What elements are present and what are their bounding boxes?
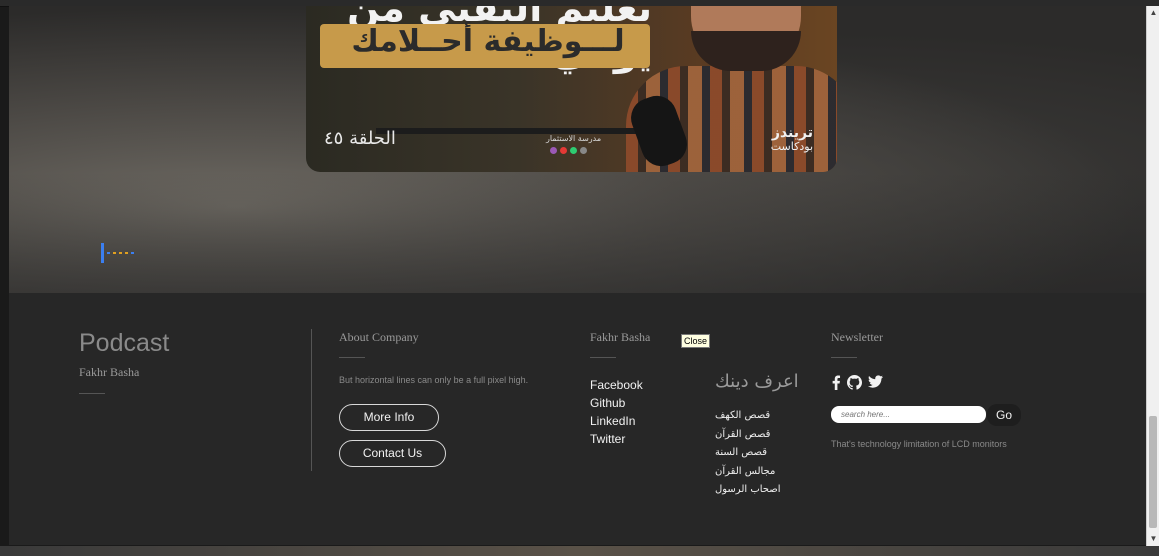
linkedin-link[interactable]: LinkedIn [590,412,643,430]
scroll-up-arrow-icon[interactable]: ▲ [1147,6,1159,20]
scrollbar-thumb[interactable] [1149,416,1157,528]
facebook-icon[interactable] [831,375,841,393]
divider [831,357,857,358]
divider [339,357,365,358]
platform-icons [550,147,587,154]
podcast-icon [550,147,557,154]
loading-indicator [101,243,134,263]
window-bottom-border [0,546,1159,556]
social-icons [831,375,883,393]
vertical-scrollbar[interactable]: ▲ ▼ [1146,6,1159,546]
mic-arm [376,128,666,134]
hero-section: تعليم التقني من يومي لـــوظيفة أحــلامك … [9,6,1146,293]
loader-dot [125,252,128,254]
quran-sessions-link[interactable]: مجالس القرآن [715,463,781,482]
contact-us-button[interactable]: Contact Us [339,440,446,467]
spotify-icon [570,147,577,154]
soundcloud-icon [580,147,587,154]
loader-dot [119,252,122,254]
scroll-down-arrow-icon[interactable]: ▼ [1147,532,1159,546]
github-link[interactable]: Github [590,394,643,412]
newsletter-search-input[interactable] [831,406,986,423]
video-title-line2: لـــوظيفة أحــلامك [351,24,625,59]
sunnah-stories-link[interactable]: قصص السنة [715,444,781,463]
video-thumbnail[interactable]: تعليم التقني من يومي لـــوظيفة أحــلامك … [306,6,837,172]
vertical-divider [311,329,312,471]
newsletter-text: That's technology limitation of LCD moni… [831,439,1007,449]
github-icon[interactable] [847,375,862,393]
fakhr-heading: Fakhr Basha [590,330,651,344]
divider [590,357,616,358]
divider [79,393,105,394]
footer-brand-subtitle: Fakhr Basha [79,365,140,379]
loader-dot [113,252,116,254]
go-button[interactable]: Go [987,404,1021,426]
arabic-heading: اعرف دينك [715,371,799,392]
newsletter-heading: Newsletter [831,330,883,344]
youtube-icon [560,147,567,154]
school-label: مدرسة الاستثمار [546,134,602,143]
social-links-list: Facebook Github LinkedIn Twitter [590,376,643,448]
about-heading: About Company [339,330,419,344]
twitter-icon[interactable] [868,375,883,393]
twitter-link[interactable]: Twitter [590,430,643,448]
loader-dot [131,252,134,254]
more-info-button[interactable]: More Info [339,404,439,431]
close-tooltip: Close [681,334,711,348]
podcast-brand: تريندز بودكاست [770,125,813,153]
arabic-links-list: قصص الكهف قصص القرآن قصص السنة مجالس الق… [715,407,781,500]
about-text: But horizontal lines can only be a full … [339,375,529,385]
facebook-link[interactable]: Facebook [590,376,643,394]
site-footer: Podcast Fakhr Basha About Company But ho… [9,293,1146,545]
quran-stories-link[interactable]: قصص القرآن [715,426,781,445]
loader-dot [107,252,110,254]
companions-link[interactable]: اصحاب الرسول [715,481,781,500]
kahf-stories-link[interactable]: قصص الكهف [715,407,781,426]
footer-brand-title: Podcast [79,329,170,357]
loader-bar [101,243,104,263]
episode-label: الحلقة ٤٥ [324,128,396,149]
